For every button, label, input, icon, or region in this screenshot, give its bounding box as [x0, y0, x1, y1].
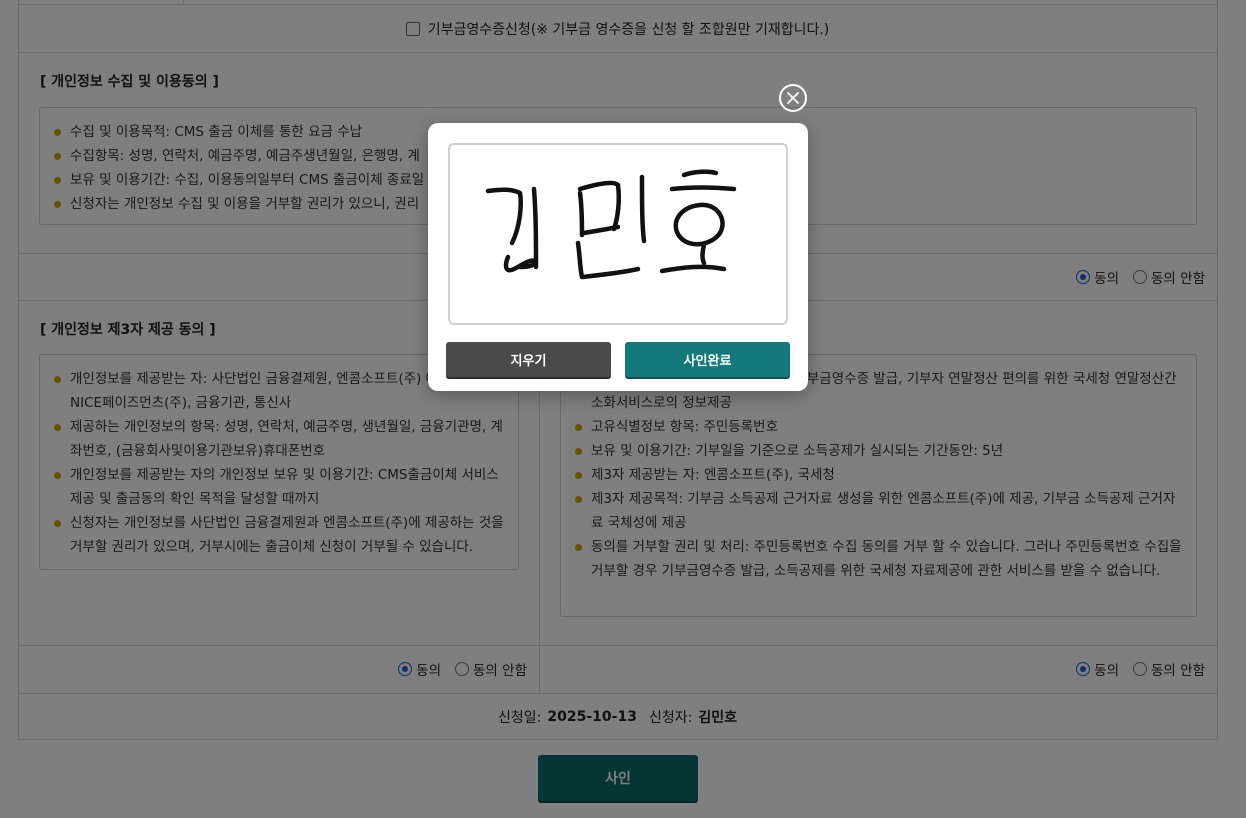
signature-drawing [485, 169, 737, 280]
erase-button[interactable]: 지우기 [446, 342, 611, 377]
close-icon [787, 92, 799, 104]
close-modal-button[interactable] [779, 84, 807, 112]
sign-complete-button[interactable]: 사인완료 [625, 342, 790, 377]
signature-modal: 지우기 사인완료 [428, 123, 808, 391]
signature-pad[interactable] [448, 143, 788, 325]
